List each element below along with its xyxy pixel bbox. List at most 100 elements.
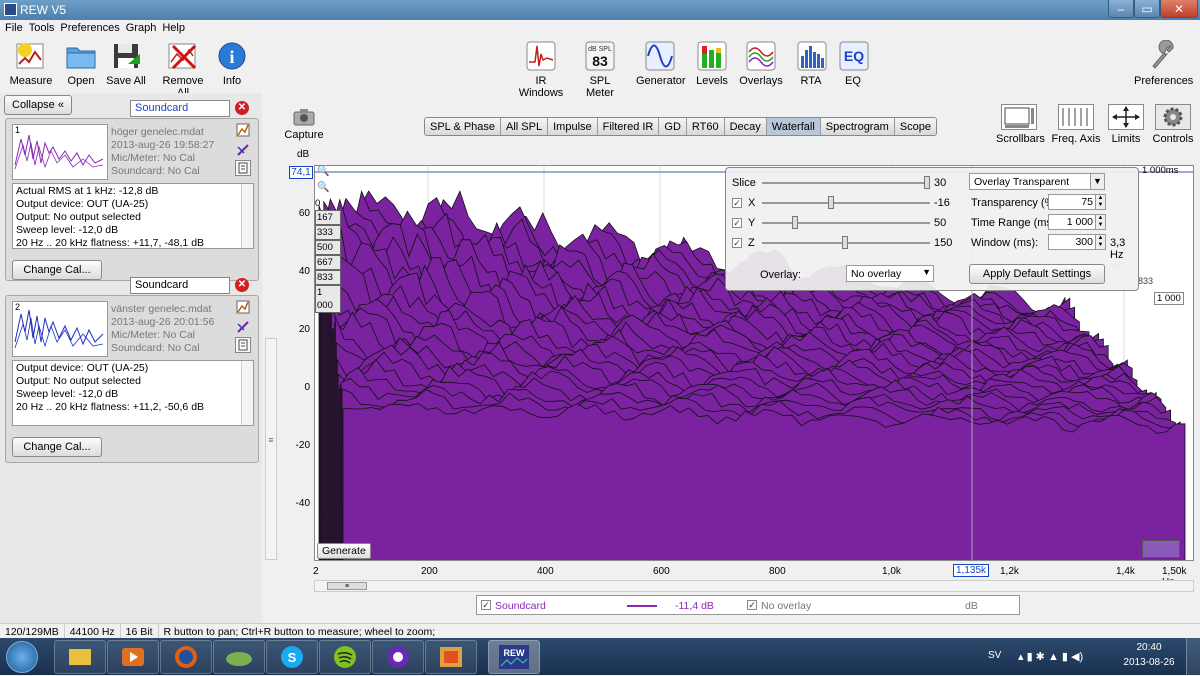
freq-axis-button[interactable]: Freq. Axis	[1050, 104, 1102, 145]
zoom-icon[interactable]: 🔍	[317, 182, 331, 196]
menu-tools[interactable]: Tools	[28, 20, 60, 37]
skype-taskbar-icon[interactable]: S	[266, 640, 318, 674]
scrollbars-button[interactable]: Scrollbars	[996, 104, 1045, 145]
menu-preferences[interactable]: Preferences	[59, 20, 124, 37]
firefox-taskbar-icon[interactable]	[160, 640, 212, 674]
generator-button[interactable]: Generator	[636, 40, 686, 87]
torrent-taskbar-icon[interactable]	[372, 640, 424, 674]
info-scrollbar[interactable]	[241, 184, 253, 248]
info-button[interactable]: i Info	[216, 40, 248, 87]
show-desktop-button[interactable]	[1186, 638, 1200, 675]
tab-decay[interactable]: Decay	[724, 118, 767, 135]
close-icon[interactable]: ✕	[235, 278, 249, 292]
change-cal-button-1[interactable]: Change Cal...	[12, 260, 102, 280]
measurement-thumbnail-1[interactable]: 1	[12, 124, 108, 180]
left-panel-scrollbar[interactable]: ≡	[265, 338, 277, 560]
menu-graph[interactable]: Graph	[125, 20, 162, 37]
tab-spl-phase[interactable]: SPL & Phase	[425, 118, 502, 135]
y-slider[interactable]	[762, 222, 930, 224]
explorer-taskbar-icon[interactable]	[54, 640, 106, 674]
transparency-spinner[interactable]: 75 ▲ ▼	[1048, 194, 1106, 210]
network-taskbar-icon[interactable]	[213, 640, 265, 674]
y-tick: -40	[295, 498, 310, 509]
maximize-button[interactable]: ▭	[1134, 0, 1160, 18]
measurement-soundcard-cal: Soundcard: No Cal	[111, 165, 200, 177]
capture-button[interactable]: Capture	[284, 108, 324, 141]
y-tick: 20	[298, 324, 310, 335]
spinner-arrows-icon[interactable]: ▲ ▼	[1095, 235, 1105, 249]
remove-all-button[interactable]: Remove All	[156, 40, 210, 99]
window-spinner[interactable]: 300 ▲ ▼	[1048, 234, 1106, 250]
limits-button[interactable]: Limits	[1108, 104, 1144, 145]
tab-all-spl[interactable]: All SPL	[501, 118, 549, 135]
tab-rt60[interactable]: RT60	[686, 118, 725, 135]
edit-notes-icon[interactable]	[236, 143, 250, 157]
x-checkbox[interactable]: ✓	[732, 198, 742, 208]
spl-meter-button[interactable]: dB SPL 83 SPL Meter	[576, 40, 624, 99]
notification-area-icons[interactable]: ▴ ▮ ✱ ▲ ▮ ◀)	[1018, 650, 1083, 663]
overlays-button[interactable]: Overlays	[738, 40, 784, 87]
close-window-button[interactable]: ✕	[1160, 0, 1198, 18]
clock-time[interactable]: 20:40	[1124, 642, 1174, 653]
info-scrollbar[interactable]	[241, 361, 253, 425]
open-button[interactable]: Open	[62, 40, 100, 87]
graph-horizontal-scrollbar[interactable]: ≡	[314, 580, 1194, 592]
levels-button[interactable]: Levels	[694, 40, 730, 87]
generate-button[interactable]: Generate	[317, 543, 371, 559]
minimize-button[interactable]: ‒	[1108, 0, 1134, 18]
capture-label: Capture	[284, 129, 324, 141]
edit-notes-icon[interactable]	[236, 320, 250, 334]
measurement-name-field[interactable]: Soundcard	[130, 100, 230, 117]
time-range-spinner[interactable]: 1 000 ▲ ▼	[1048, 214, 1106, 230]
y-checkbox[interactable]: ✓	[732, 218, 742, 228]
rta-button[interactable]: RTA	[796, 40, 827, 87]
measurement-thumbnail-2[interactable]: 2	[12, 301, 108, 357]
tab-spectrogram[interactable]: Spectrogram	[820, 118, 895, 135]
tab-gd[interactable]: GD	[659, 118, 687, 135]
apply-default-settings-button[interactable]: Apply Default Settings	[969, 264, 1105, 284]
controls-button[interactable]: Controls	[1152, 104, 1194, 145]
scrollbars-icon	[1001, 104, 1037, 130]
overlay-mode-select[interactable]: Overlay Transparent ▼	[969, 173, 1105, 190]
z-slider-knob[interactable]	[842, 236, 848, 249]
slice-slider-knob[interactable]	[924, 176, 930, 189]
spinner-arrows-icon[interactable]: ▲ ▼	[1095, 215, 1105, 229]
graph-color-icon[interactable]	[236, 300, 250, 314]
tab-scope[interactable]: Scope	[894, 118, 936, 135]
rew-taskbar-icon[interactable]: REW	[488, 640, 540, 674]
ir-windows-button[interactable]: IR Windows	[512, 40, 570, 99]
save-all-button[interactable]: Save All	[106, 40, 146, 87]
spotify-taskbar-icon[interactable]	[319, 640, 371, 674]
tab-filtered-ir[interactable]: Filtered IR	[597, 118, 660, 135]
menu-file[interactable]: File	[4, 20, 28, 37]
z-checkbox[interactable]: ✓	[732, 238, 742, 248]
change-cal-button-2[interactable]: Change Cal...	[12, 437, 102, 457]
app-taskbar-icon[interactable]	[425, 640, 477, 674]
zoom-controls-icon[interactable]	[1142, 540, 1180, 558]
notes-icon[interactable]	[235, 337, 251, 353]
close-icon[interactable]: ✕	[235, 101, 249, 115]
preferences-button[interactable]: Preferences	[1134, 39, 1193, 87]
zoom-icon[interactable]: 🔍	[317, 166, 331, 180]
z-axis-labels: 0 167 333 500 667 833 1 000	[315, 197, 341, 313]
measurement-name-field-2[interactable]: Soundcard	[130, 277, 230, 294]
soundcard-legend-checkbox[interactable]: ✓	[481, 600, 491, 610]
tab-impulse[interactable]: Impulse	[548, 118, 598, 135]
media-player-taskbar-icon[interactable]	[107, 640, 159, 674]
slice-slider[interactable]	[762, 182, 930, 184]
menu-help[interactable]: Help	[161, 20, 190, 37]
y-slider-knob[interactable]	[792, 216, 798, 229]
notes-icon[interactable]	[235, 160, 251, 176]
graph-color-icon[interactable]	[236, 123, 250, 137]
chevron-down-icon: ▼	[1090, 174, 1104, 189]
no-overlay-legend-checkbox[interactable]: ✓	[747, 600, 757, 610]
language-indicator[interactable]: SV	[988, 650, 1001, 661]
spinner-arrows-icon[interactable]: ▲ ▼	[1095, 195, 1105, 209]
x-slider[interactable]	[762, 202, 930, 204]
tab-waterfall[interactable]: Waterfall	[766, 118, 821, 135]
measure-button[interactable]: Measure	[8, 40, 54, 87]
start-button[interactable]	[6, 641, 38, 673]
overlay-select[interactable]: No overlay ▼	[846, 265, 934, 282]
x-slider-knob[interactable]	[828, 196, 834, 209]
eq-button[interactable]: EQ EQ	[838, 40, 869, 87]
